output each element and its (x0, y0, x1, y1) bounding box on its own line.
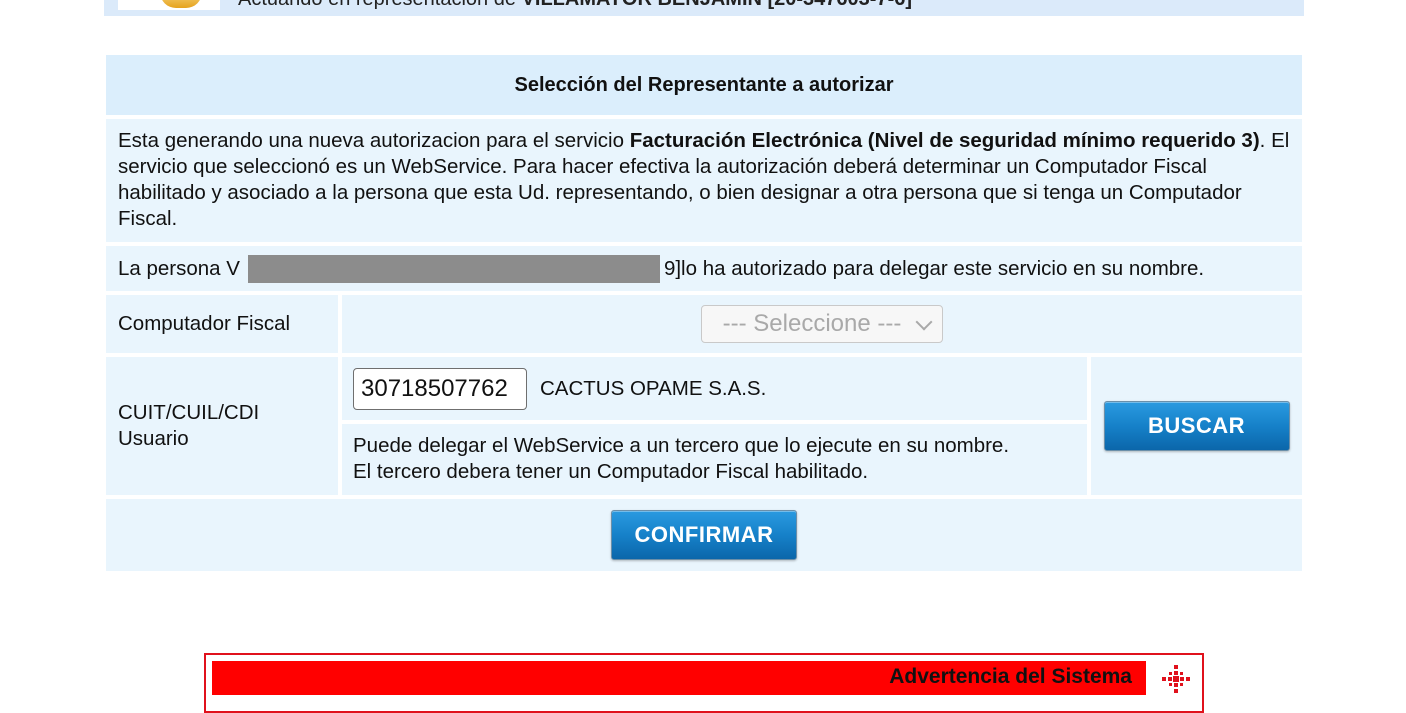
computador-fiscal-select[interactable]: --- Seleccione --- (701, 305, 943, 343)
service-description: Esta generando una nueva autorizacion pa… (106, 119, 1302, 242)
warning-title: Advertencia del Sistema (889, 665, 1132, 688)
note-line-2: El tercero debera tener un Computador Fi… (353, 460, 869, 483)
cuit-label: CUIT/CUIL/CDI (118, 401, 260, 424)
confirm-button[interactable]: CONFIRMAR (611, 510, 797, 560)
computador-fiscal-label: Computador Fiscal (106, 295, 338, 353)
representative-selection-form: Selección del Representante a autorizar … (106, 55, 1302, 575)
warning-header: Advertencia del Sistema (212, 661, 1146, 695)
person-suffix: 9]lo ha autorizado para delegar este ser… (663, 256, 1205, 280)
search-button[interactable]: BUSCAR (1103, 401, 1290, 451)
usuario-label: Usuario (118, 427, 189, 450)
description-part1: Esta generando una nueva autorizacion pa… (118, 129, 630, 152)
representation-text: Actuando en representación de VILLAMAYOR… (238, 0, 912, 11)
form-title: Selección del Representante a autorizar (106, 55, 1302, 115)
usuario-details: 30718507762 CACTUS OPAME S.A.S. Puede de… (342, 357, 1087, 495)
service-name: Facturación Electrónica (Nivel de seguri… (629, 129, 1260, 152)
afip-logo (118, 0, 220, 10)
representation-prefix: Actuando en representación de (238, 0, 522, 10)
representation-name: VILLAMAYOR BENJAMIN [20-347603-7-6] (522, 0, 912, 10)
note-line-1: Puede delegar el WebService a un tercero… (353, 434, 1010, 457)
cuit-input-cell: 30718507762 CACTUS OPAME S.A.S. (342, 357, 1087, 420)
computador-fiscal-cell: --- Seleccione --- (342, 295, 1302, 353)
person-prefix: La persona V (118, 256, 240, 280)
confirm-cell: CONFIRMAR (106, 499, 1302, 571)
warning-cross-icon (1162, 665, 1190, 693)
redacted-block (247, 254, 660, 283)
person-authorization-line: La persona V 9]lo ha autorizado para dele… (106, 246, 1302, 291)
cuit-input[interactable]: 30718507762 (353, 367, 527, 410)
system-warning-box: Advertencia del Sistema (204, 653, 1204, 713)
delegation-note: Puede delegar el WebService a un tercero… (342, 424, 1087, 495)
search-button-cell: BUSCAR (1091, 357, 1302, 495)
company-name: CACTUS OPAME S.A.S. (540, 376, 767, 400)
representation-banner: Actuando en representación de VILLAMAYOR… (104, 0, 1304, 16)
chevron-down-icon (915, 313, 933, 331)
select-value: --- Seleccione --- (722, 310, 902, 337)
cuit-usuario-label: CUIT/CUIL/CDI Usuario (106, 357, 338, 495)
